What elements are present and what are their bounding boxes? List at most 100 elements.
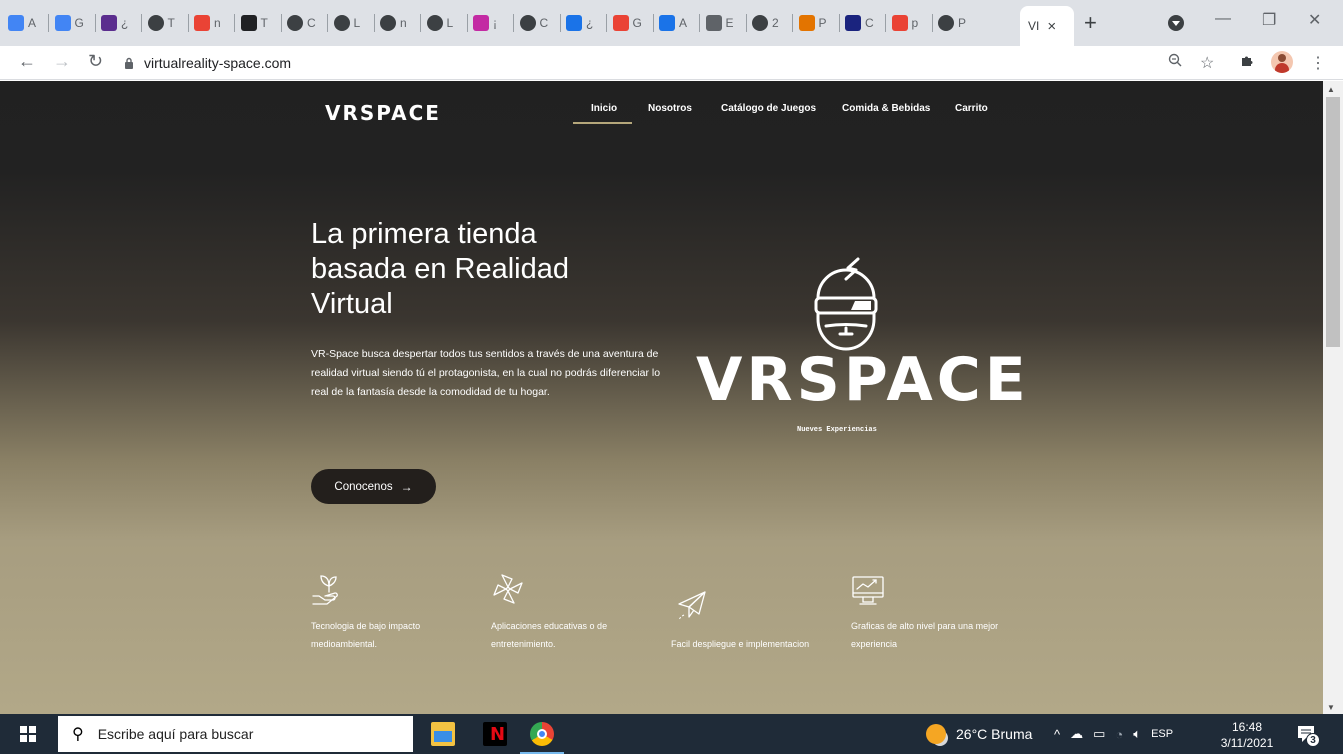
- tab-separator: [606, 14, 607, 32]
- address-bar[interactable]: virtualreality-space.com: [114, 50, 1156, 76]
- close-window-button[interactable]: ✕: [1308, 10, 1321, 30]
- windows-start-button[interactable]: [20, 726, 36, 742]
- tab-separator: [373, 14, 375, 32]
- zoom-icon[interactable]: [1168, 53, 1182, 72]
- file-explorer-icon[interactable]: [431, 722, 455, 746]
- tab-title: C: [307, 16, 316, 30]
- globe-icon: [333, 15, 350, 31]
- d-icon: [240, 15, 257, 31]
- feature-text-graphics: Graficas de alto nivel para una mejor ex…: [851, 621, 999, 649]
- clock-time: 16:48: [1231, 720, 1263, 734]
- reload-button[interactable]: ↻: [88, 51, 103, 72]
- new-tab-button[interactable]: +: [1084, 10, 1097, 36]
- site-logo[interactable]: VRSPACE: [325, 101, 441, 125]
- browser-tab[interactable]: L: [426, 13, 453, 33]
- browser-tab[interactable]: E: [705, 13, 734, 33]
- browser-tab[interactable]: ¡: [473, 13, 497, 33]
- browser-tab[interactable]: C: [845, 13, 874, 33]
- tab-title: G: [632, 16, 642, 30]
- tab-separator: [48, 14, 49, 32]
- menu-icon[interactable]: ⋮: [1310, 53, 1326, 73]
- browser-tab[interactable]: T: [240, 13, 268, 33]
- nav-inicio[interactable]: Inicio: [591, 103, 617, 114]
- language-indicator[interactable]: ESP: [1151, 728, 1173, 740]
- google-docs-icon: [54, 15, 71, 31]
- tab-separator: [513, 14, 514, 32]
- browser-tab[interactable]: n: [194, 13, 221, 33]
- browser-tab[interactable]: P: [938, 13, 966, 33]
- chevron-up-icon[interactable]: ^: [1054, 727, 1060, 742]
- tab-title: E: [725, 16, 734, 30]
- forward-button[interactable]: →: [53, 51, 71, 72]
- notification-center-icon[interactable]: 3: [1296, 724, 1320, 747]
- browser-tab[interactable]: A: [659, 13, 687, 33]
- chrome-icon[interactable]: [530, 722, 554, 746]
- bookmark-star-icon[interactable]: ☆: [1200, 53, 1214, 73]
- tab-separator: [745, 14, 747, 32]
- paper-plane-icon: [678, 591, 706, 621]
- copilot-icon: [566, 15, 582, 31]
- taskbar-clock[interactable]: 16:48 3/11/2021: [1217, 719, 1277, 751]
- netflix-icon[interactable]: N: [483, 722, 507, 746]
- globe-icon: [380, 15, 396, 31]
- tab-title: G: [74, 16, 84, 30]
- nav-carrito[interactable]: Carrito: [955, 103, 988, 114]
- scroll-down-arrow[interactable]: ▼: [1327, 703, 1335, 712]
- tab-separator: [931, 14, 933, 32]
- mcm-icon: [845, 15, 861, 31]
- onedrive-cloud-icon[interactable]: ☁: [1070, 726, 1083, 742]
- tab-title: p: [911, 16, 919, 30]
- browser-tab[interactable]: L: [333, 13, 360, 33]
- wifi-icon[interactable]: ◔: [1115, 727, 1123, 742]
- tab-title: T: [260, 16, 268, 30]
- nav-comida-bebidas[interactable]: Comida & Bebidas: [842, 103, 930, 114]
- browser-tab[interactable]: ¿: [101, 13, 128, 33]
- nav-nosotros[interactable]: Nosotros: [648, 103, 692, 114]
- tab-separator: [792, 14, 793, 32]
- weather-widget[interactable]: 26°C Bruma: [926, 714, 1032, 754]
- scroll-up-arrow[interactable]: ▲: [1327, 85, 1335, 94]
- extensions-icon[interactable]: [1240, 53, 1254, 72]
- browser-tab[interactable]: T: [147, 13, 175, 33]
- minimize-button[interactable]: —: [1215, 10, 1231, 28]
- active-tab[interactable]: VI ×: [1020, 6, 1074, 46]
- scrollbar-thumb[interactable]: [1326, 97, 1340, 347]
- battery-icon[interactable]: ▭: [1093, 726, 1105, 742]
- nav-catalogo[interactable]: Catálogo de Juegos: [721, 103, 816, 114]
- clock-date: 3/11/2021: [1220, 736, 1274, 750]
- browser-tab[interactable]: G: [612, 13, 642, 33]
- browser-tab[interactable]: p: [891, 13, 919, 33]
- google-icon: [612, 15, 629, 31]
- back-button[interactable]: ←: [18, 51, 36, 72]
- volume-icon[interactable]: 🔈︎: [1133, 726, 1141, 742]
- tab-separator: [420, 14, 421, 32]
- ex-icon: [659, 15, 675, 31]
- url-text[interactable]: virtualreality-space.com: [144, 55, 291, 71]
- browser-tab[interactable]: C: [519, 13, 548, 33]
- browser-tab[interactable]: A: [8, 13, 36, 33]
- browser-tab[interactable]: C: [287, 13, 316, 33]
- arrow-right-icon: →: [400, 479, 413, 494]
- google-docs-icon: [8, 15, 24, 31]
- browser-toolbar: ← → ↻ virtualreality-space.com ☆ ⋮: [0, 46, 1343, 80]
- browser-tab[interactable]: 2: [752, 13, 779, 33]
- pinwheel-icon: [493, 574, 523, 604]
- browser-tab[interactable]: G: [54, 13, 84, 33]
- browser-tab[interactable]: n: [380, 13, 407, 33]
- ebsco-icon: [101, 15, 117, 31]
- tab-search-icon[interactable]: [1168, 15, 1184, 31]
- notification-count: 3: [1306, 733, 1320, 747]
- browser-tab[interactable]: ¿: [566, 13, 593, 33]
- weather-text: 26°C Bruma: [956, 726, 1033, 742]
- close-tab-icon[interactable]: ×: [1047, 18, 1056, 35]
- browser-tab[interactable]: P: [798, 13, 827, 33]
- taskbar-search[interactable]: ⚲ Escribe aquí para buscar: [58, 716, 413, 752]
- restore-button[interactable]: ❐: [1262, 10, 1276, 30]
- tab-separator: [699, 14, 700, 32]
- conocenos-button[interactable]: Conocenos →: [311, 469, 436, 504]
- profile-avatar[interactable]: [1271, 51, 1293, 73]
- globe-icon: [519, 15, 536, 31]
- taskbar-search-placeholder: Escribe aquí para buscar: [97, 726, 254, 742]
- lock-icon[interactable]: [122, 56, 136, 70]
- hero-title: La primera tienda basada en Realidad Vir…: [311, 218, 569, 320]
